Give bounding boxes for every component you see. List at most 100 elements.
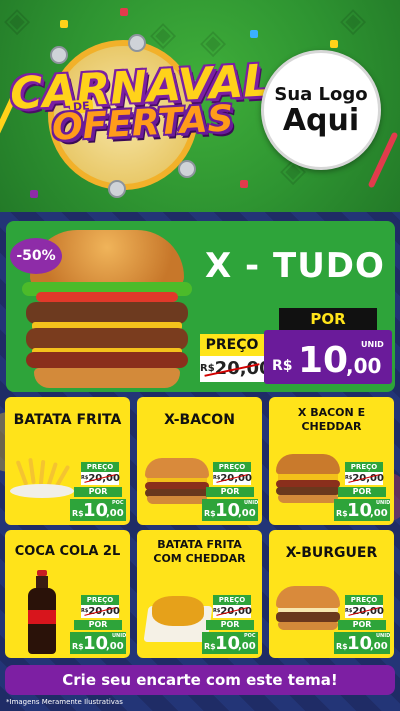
old-price: R$20,00 bbox=[345, 472, 384, 485]
patty bbox=[26, 302, 188, 324]
old-price: R$20,00 bbox=[81, 472, 120, 485]
currency: R$ bbox=[72, 642, 84, 651]
product-title: COCA COLA 2L bbox=[14, 544, 121, 559]
preco-label: PREÇO bbox=[213, 462, 251, 472]
product-title: X BACON E CHEDDAR bbox=[297, 406, 366, 433]
price: R$ 10,00 UNID bbox=[70, 632, 126, 654]
patty bbox=[26, 328, 188, 350]
create-flyer-cta-button[interactable]: Crie seu encarte com este tema! bbox=[5, 665, 395, 695]
bun-bottom bbox=[278, 622, 338, 630]
plate bbox=[10, 484, 74, 498]
old-price: R$20,00 bbox=[81, 605, 120, 618]
hero-price-cents: ,00 bbox=[346, 354, 382, 378]
currency: R$ bbox=[204, 509, 216, 518]
por-label: POR bbox=[74, 620, 122, 630]
bun-bottom bbox=[34, 368, 180, 388]
fry bbox=[15, 460, 29, 486]
price-int: 10 bbox=[215, 633, 241, 654]
hero-preco-label: PREÇO bbox=[200, 334, 264, 356]
price-int: 10 bbox=[83, 633, 109, 654]
price-cents: ,00 bbox=[106, 641, 124, 652]
preco-label: PREÇO bbox=[81, 462, 119, 472]
bun-top bbox=[276, 586, 340, 608]
batata-cheddar-image bbox=[143, 588, 213, 644]
x-bacon-image bbox=[145, 458, 209, 504]
x-burguer-image bbox=[276, 586, 340, 632]
bun-bottom bbox=[278, 495, 338, 503]
old-price: R$20,00 bbox=[213, 472, 252, 485]
product-title: X-BACON bbox=[164, 412, 235, 428]
carnival-mask-icon: ◈ bbox=[340, 0, 367, 40]
hero-price: R$ 10 ,00 UNID bbox=[264, 330, 392, 384]
product-title: BATATA FRITA bbox=[13, 412, 122, 428]
patty bbox=[276, 487, 340, 495]
preco-label: PREÇO bbox=[213, 595, 251, 605]
fry bbox=[38, 459, 46, 487]
cheddar-fries bbox=[152, 596, 204, 626]
bun-top bbox=[276, 454, 340, 474]
por-label: POR bbox=[206, 487, 254, 497]
price-cents: ,00 bbox=[106, 508, 124, 519]
price: R$ 10,00 UNID bbox=[334, 632, 390, 654]
unit: POC bbox=[112, 500, 124, 506]
currency: R$ bbox=[204, 642, 216, 651]
coca-cola-bottle-image bbox=[28, 570, 56, 654]
bun-top bbox=[145, 458, 209, 478]
unit: UNID bbox=[376, 500, 391, 506]
confetti bbox=[250, 30, 258, 38]
price: R$ 10,00 UNID bbox=[334, 499, 390, 521]
confetti bbox=[240, 180, 248, 188]
price-cents: ,00 bbox=[238, 641, 256, 652]
product-title: X-BURGUER bbox=[285, 545, 378, 561]
confetti bbox=[60, 20, 68, 28]
preco-label: PREÇO bbox=[345, 462, 383, 472]
por-label: POR bbox=[206, 620, 254, 630]
footnote: *Imagens Meramente Ilustrativas bbox=[6, 698, 123, 706]
price-int: 10 bbox=[215, 500, 241, 521]
bun-bottom bbox=[147, 496, 207, 504]
confetti bbox=[30, 190, 38, 198]
hero-price-int: 10 bbox=[298, 340, 349, 381]
price-int: 10 bbox=[347, 500, 373, 521]
price-cents: ,00 bbox=[370, 508, 388, 519]
bottle-label bbox=[28, 610, 56, 624]
product-title: BATATA FRITA COM CHEDDAR bbox=[153, 538, 246, 565]
price: R$ 10,00 POC bbox=[202, 632, 258, 654]
hero-unit: UNID bbox=[361, 340, 384, 349]
x-bacon-cheddar-image bbox=[276, 454, 340, 504]
preco-label: PREÇO bbox=[345, 595, 383, 605]
old-price: R$20,00 bbox=[213, 605, 252, 618]
por-label: POR bbox=[338, 620, 386, 630]
confetti bbox=[120, 8, 128, 16]
price: R$ 10,00 UNID bbox=[202, 499, 258, 521]
batata-frita-image bbox=[10, 457, 74, 500]
jingle bbox=[50, 46, 68, 64]
unit: UNID bbox=[244, 500, 259, 506]
jingle bbox=[128, 34, 146, 52]
price-cents: ,00 bbox=[238, 508, 256, 519]
currency: R$ bbox=[336, 642, 348, 651]
logo-text-line1: Sua Logo bbox=[274, 83, 368, 105]
price-int: 10 bbox=[347, 633, 373, 654]
logo-text-line2: Aqui bbox=[282, 102, 360, 138]
price-int: 10 bbox=[83, 500, 109, 521]
jingle bbox=[108, 180, 126, 198]
bacon bbox=[26, 352, 188, 368]
unit: UNID bbox=[376, 633, 391, 639]
carnival-mask-icon: ◈ bbox=[4, 0, 31, 40]
discount-badge: -50% bbox=[10, 238, 62, 274]
unit: UNID bbox=[112, 633, 127, 639]
price: R$ 10,00 POC bbox=[70, 499, 126, 521]
old-price: R$20,00 bbox=[345, 605, 384, 618]
preco-label: PREÇO bbox=[81, 595, 119, 605]
fry bbox=[28, 457, 36, 485]
por-label: POR bbox=[74, 487, 122, 497]
patty bbox=[276, 612, 340, 622]
hero-currency: R$ bbox=[272, 358, 293, 374]
header-banner: ◈ ◈ ◈ ◈ ◈ CARNAVAL DE OFERTAS Sua Logo A… bbox=[0, 0, 400, 212]
hero-product-name: X - TUDO bbox=[205, 246, 385, 286]
jingle bbox=[178, 160, 196, 178]
por-label: POR bbox=[338, 487, 386, 497]
tomato bbox=[36, 292, 178, 302]
confetti bbox=[330, 40, 338, 48]
